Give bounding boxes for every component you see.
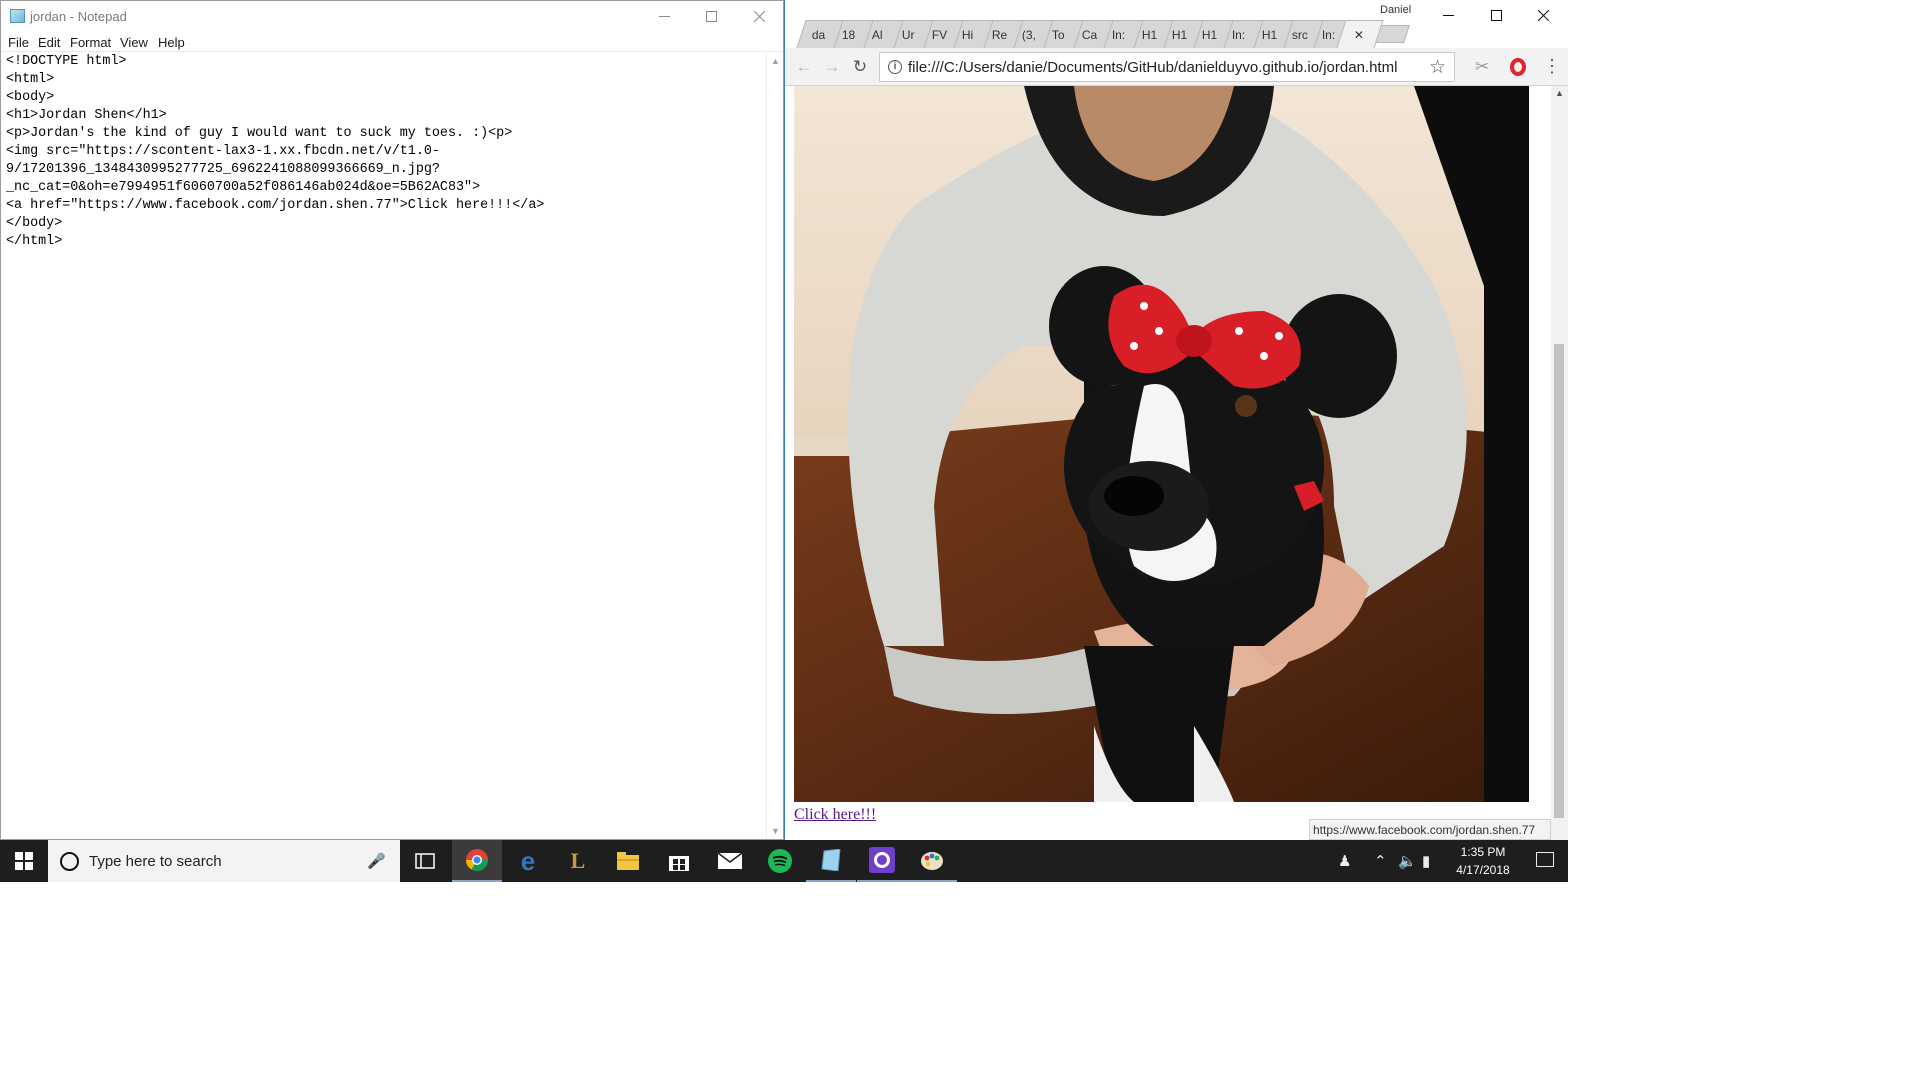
address-url[interactable]: file:///C:/Users/danie/Documents/GitHub/… xyxy=(908,59,1397,76)
notepad-menu-bar: File Edit Format View Help xyxy=(1,32,783,52)
chrome-window: da 18 Al Ur FV Hi Re (3, To Ca In: H1 H1 H1 In: H1 src In… xyxy=(784,0,1568,840)
chrome-menu-icon[interactable]: ⋮ xyxy=(1543,56,1561,77)
notepad-app-icon xyxy=(10,9,25,23)
clock-time[interactable]: 1:35 PM xyxy=(1448,845,1518,859)
taskbar: Type here to search 🎤 e L ♟ ⌃ 🔈 ▮ 1:35 P… xyxy=(0,840,1568,882)
menu-view[interactable]: View xyxy=(120,35,148,50)
task-view-icon[interactable] xyxy=(400,840,450,882)
search-placeholder[interactable]: Type here to search xyxy=(89,853,222,870)
notepad-taskbar-icon[interactable] xyxy=(806,840,856,882)
chrome-maximize-button[interactable] xyxy=(1473,0,1519,31)
browser-tab-label: ✕ xyxy=(1342,21,1378,48)
windows-logo-icon xyxy=(15,852,33,870)
address-bar[interactable]: i file:///C:/Users/danie/Documents/GitHu… xyxy=(879,52,1455,82)
spotify-taskbar-icon[interactable] xyxy=(755,840,805,882)
system-tray: ♟ ⌃ 🔈 ▮ 1:35 PM 4/17/2018 xyxy=(1328,840,1568,882)
microsoft-store-taskbar-icon[interactable] xyxy=(654,840,704,882)
close-button[interactable] xyxy=(736,1,782,32)
scissors-extension-icon[interactable]: ✂ xyxy=(1475,57,1489,77)
dog-photo xyxy=(794,86,1529,802)
notepad-text-area[interactable]: <!DOCTYPE html> <html> <body> <h1>Jordan… xyxy=(6,53,766,839)
taskbar-search-box[interactable]: Type here to search 🎤 xyxy=(48,840,400,882)
microphone-icon[interactable]: 🎤 xyxy=(367,852,386,870)
file-explorer-taskbar-icon[interactable] xyxy=(603,840,653,882)
chrome-taskbar-icon[interactable] xyxy=(452,840,502,882)
mail-taskbar-icon[interactable] xyxy=(705,840,755,882)
close-icon xyxy=(1537,10,1549,21)
scroll-down-icon[interactable]: ▼ xyxy=(771,826,780,836)
info-icon[interactable]: i xyxy=(888,60,902,74)
menu-format[interactable]: Format xyxy=(70,35,111,50)
show-hidden-icons-chevron-icon[interactable]: ⌃ xyxy=(1374,852,1387,870)
maximize-icon xyxy=(705,11,717,22)
reload-icon[interactable]: ↻ xyxy=(849,56,871,78)
volume-muted-icon[interactable]: 🔈 xyxy=(1398,852,1417,870)
browser-toolbar: ← → ↻ i file:///C:/Users/danie/Documents… xyxy=(785,48,1568,86)
menu-help[interactable]: Help xyxy=(158,35,185,50)
maximize-button[interactable] xyxy=(688,1,734,32)
clock-date[interactable]: 4/17/2018 xyxy=(1448,863,1518,877)
scrollbar-thumb[interactable] xyxy=(1554,344,1564,818)
tab-strip: da 18 Al Ur FV Hi Re (3, To Ca In: H1 H1 H1 In: H1 src In… xyxy=(785,0,1568,48)
status-bubble: https://www.facebook.com/jordan.shen.77 xyxy=(1309,819,1551,840)
chrome-close-button[interactable] xyxy=(1520,0,1566,31)
notepad-vertical-scrollbar[interactable]: ▲ ▼ xyxy=(766,53,783,839)
click-here-link[interactable]: Click here!!! xyxy=(794,806,876,824)
profile-name[interactable]: Daniel xyxy=(1380,4,1411,16)
page-vertical-scrollbar[interactable]: ▲ xyxy=(1551,86,1568,840)
close-icon xyxy=(753,11,765,22)
browser-tab[interactable]: ✕ xyxy=(1336,20,1384,48)
minimize-icon xyxy=(1442,15,1454,16)
league-of-legends-taskbar-icon[interactable]: L xyxy=(553,840,603,882)
scroll-up-icon[interactable]: ▲ xyxy=(1555,88,1564,98)
minimize-icon xyxy=(658,16,670,17)
back-arrow-icon[interactable]: ← xyxy=(793,56,815,78)
maximize-icon xyxy=(1490,10,1502,21)
edge-taskbar-icon[interactable]: e xyxy=(503,840,553,882)
people-icon[interactable]: ♟ xyxy=(1338,852,1351,870)
forward-arrow-icon[interactable]: → xyxy=(821,56,843,78)
cortana-icon[interactable] xyxy=(60,852,79,871)
scroll-up-icon[interactable]: ▲ xyxy=(771,56,780,66)
action-center-icon[interactable] xyxy=(1536,852,1554,867)
menu-edit[interactable]: Edit xyxy=(38,35,60,50)
notepad-window-title: jordan - Notepad xyxy=(30,9,127,24)
notepad-window: jordan - Notepad File Edit Format View H… xyxy=(0,0,784,840)
minimize-button[interactable] xyxy=(641,1,687,32)
bookmark-star-icon[interactable]: ☆ xyxy=(1429,56,1446,79)
notepad-title-bar[interactable]: jordan - Notepad xyxy=(1,1,783,32)
browser-tab-label: da xyxy=(811,27,826,42)
battery-icon[interactable]: ▮ xyxy=(1422,852,1430,870)
chrome-minimize-button[interactable] xyxy=(1425,0,1471,31)
opera-extension-icon[interactable] xyxy=(1510,58,1526,76)
menu-file[interactable]: File xyxy=(8,35,29,50)
page-viewport: Click here!!! ▲ https://www.facebook.com… xyxy=(785,86,1568,840)
start-button[interactable] xyxy=(0,840,48,882)
github-desktop-taskbar-icon[interactable] xyxy=(857,840,907,882)
paint-taskbar-icon[interactable] xyxy=(907,840,957,882)
close-tab-icon[interactable]: ✕ xyxy=(1354,28,1364,42)
